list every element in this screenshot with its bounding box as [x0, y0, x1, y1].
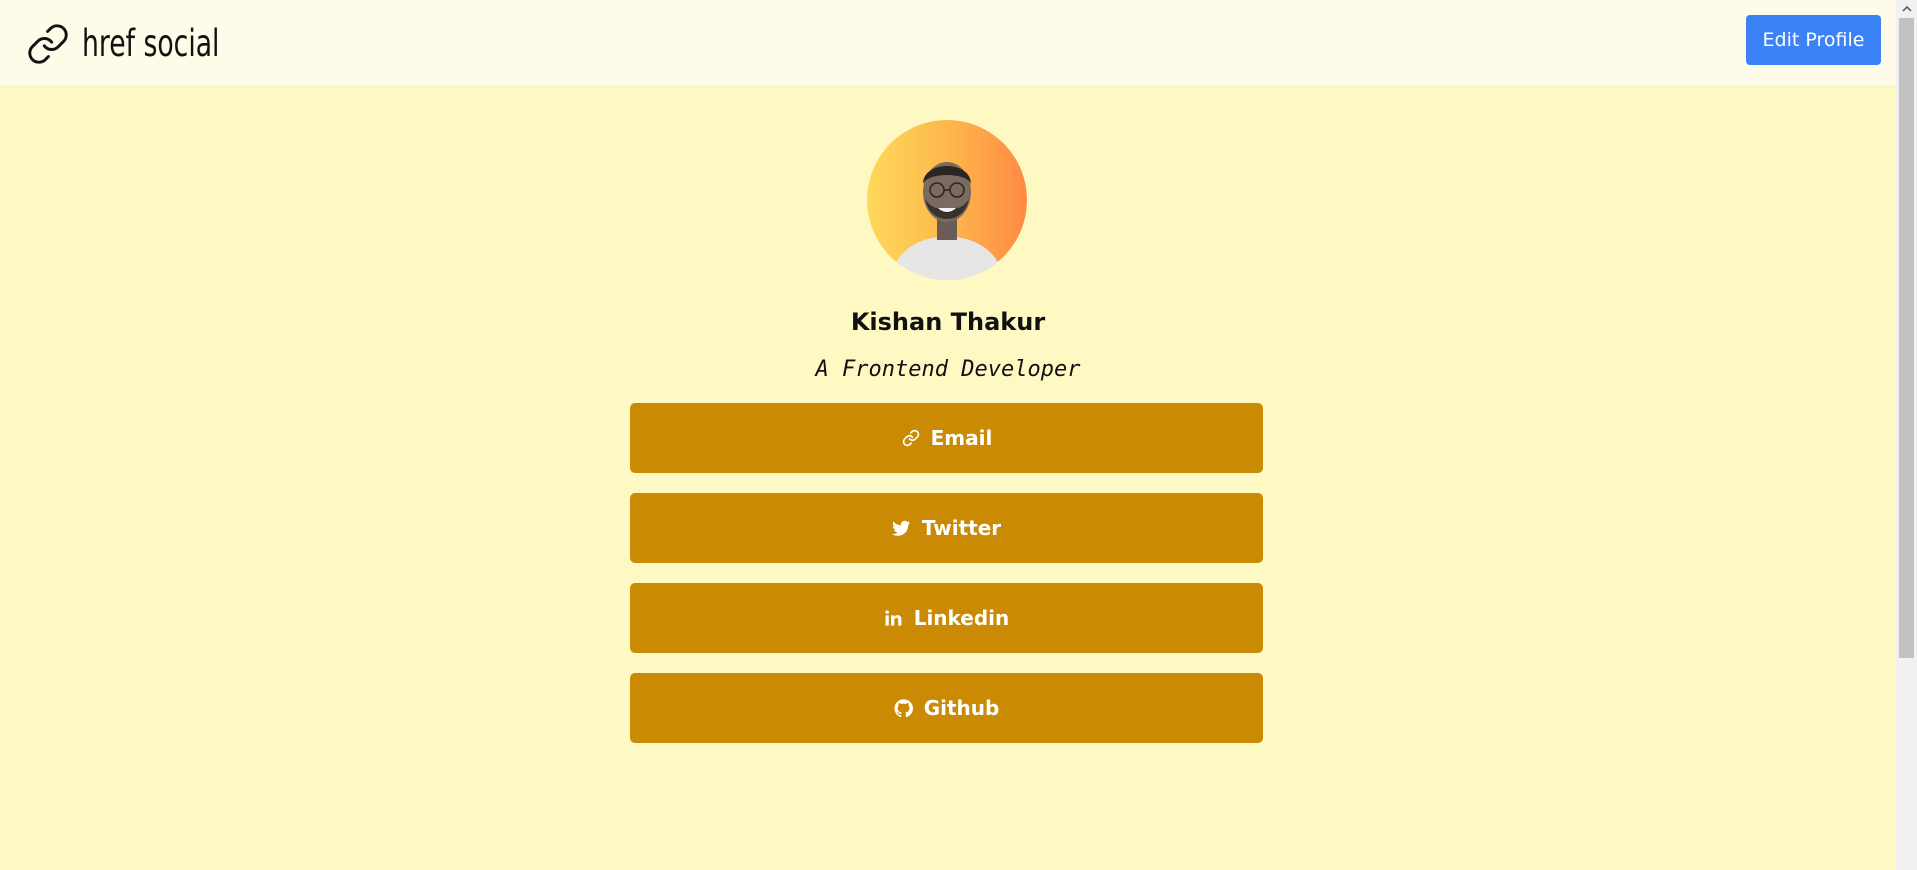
brand-text: href social	[82, 22, 220, 65]
link-icon	[901, 428, 921, 448]
scrollbar-thumb[interactable]	[1899, 18, 1914, 658]
link-list: Email Twitter Linkedin Github	[630, 403, 1263, 763]
linkedin-icon	[884, 608, 904, 628]
link-label: Github	[923, 696, 1000, 720]
link-label: Email	[930, 426, 993, 450]
twitter-link-button[interactable]: Twitter	[630, 493, 1263, 563]
twitter-icon	[892, 518, 912, 538]
github-link-button[interactable]: Github	[630, 673, 1263, 743]
brand-logo[interactable]: href social	[26, 22, 273, 66]
link-label: Twitter	[921, 516, 1002, 540]
navbar: href social Edit Profile	[0, 0, 1896, 85]
scroll-up-arrow-icon[interactable]	[1896, 0, 1917, 18]
link-label: Linkedin	[913, 606, 1010, 630]
linkedin-link-button[interactable]: Linkedin	[630, 583, 1263, 653]
profile-tagline: A Frontend Developer	[815, 357, 1081, 382]
profile-photo	[889, 162, 1005, 280]
link-icon	[28, 24, 68, 64]
edit-profile-button[interactable]: Edit Profile	[1746, 15, 1881, 65]
github-icon	[894, 698, 914, 718]
vertical-scrollbar[interactable]	[1896, 0, 1917, 870]
avatar	[867, 120, 1027, 280]
page: href social Edit Profile Kishan Thakur A…	[0, 0, 1896, 870]
email-link-button[interactable]: Email	[630, 403, 1263, 473]
profile-name: Kishan Thakur	[850, 308, 1046, 336]
